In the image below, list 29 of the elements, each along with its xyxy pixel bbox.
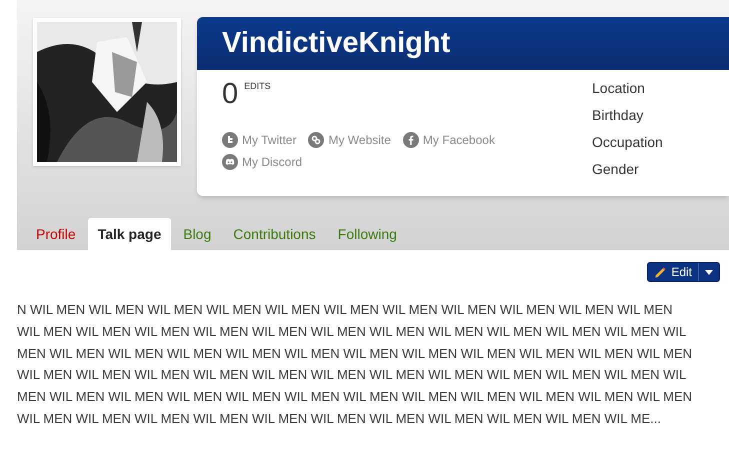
social-link[interactable]: My Website bbox=[308, 132, 391, 148]
detail-label: Birthday bbox=[592, 106, 644, 124]
detail-label: Location bbox=[592, 79, 646, 97]
text-line: WIL MEN WIL MEN WIL MEN WIL MEN WIL MEN WIL MEN WIL MEN WIL MEN WIL MEN WIL MEN WIL MEN WIL bbox=[17, 322, 688, 341]
text-line: MEN WIL MEN WIL MEN WIL MEN WIL MEN WIL MEN WIL MEN WIL MEN WIL MEN WIL MEN WIL MEN WIL MEN bbox=[17, 388, 694, 406]
profile-tab[interactable]: Profile bbox=[26, 218, 86, 250]
profile-tab[interactable]: Following bbox=[328, 218, 407, 250]
social-link[interactable]: My Discord bbox=[222, 154, 302, 170]
detail-label: Occupation bbox=[592, 133, 664, 151]
social-link[interactable]: My Twitter bbox=[222, 132, 296, 148]
twitter-icon bbox=[222, 132, 238, 148]
pencil-icon bbox=[654, 266, 668, 278]
edits-label: EDITS bbox=[244, 80, 271, 93]
profile-tab[interactable]: Contributions bbox=[223, 218, 326, 250]
link-icon bbox=[308, 132, 324, 148]
profile-tab[interactable]: Blog bbox=[173, 218, 222, 250]
text-line: MEN WIL MEN WIL MEN WIL MEN WIL MEN WIL MEN WIL MEN WIL MEN WIL MEN WIL MEN WIL MEN WIL MEN bbox=[17, 344, 694, 363]
facebook-icon bbox=[402, 132, 419, 148]
text-line: WIL MEN WIL MEN WIL MEN WIL MEN WIL MEN WIL MEN WIL MEN WIL MEN WIL MEN WIL MEN WIL ME... bbox=[17, 410, 662, 428]
text-line: WIL MEN WIL MEN WIL MEN WIL MEN WIL MEN WIL MEN WIL MEN WIL MEN WIL MEN WIL MEN WIL MEN WIL bbox=[17, 366, 688, 384]
profile-tab[interactable]: Talk page bbox=[88, 218, 172, 250]
edit-button[interactable]: Edit bbox=[648, 263, 698, 281]
text-line: N WIL MEN WIL MEN WIL MEN WIL MEN WIL MEN WIL MEN WIL MEN WIL MEN WIL MEN WIL MEN WIL MEN bbox=[17, 301, 674, 319]
discord-icon bbox=[222, 154, 238, 170]
username: VindictiveKnight bbox=[222, 26, 450, 61]
social-link[interactable]: My Facebook bbox=[402, 132, 495, 148]
edit-count: 0 bbox=[222, 78, 238, 110]
caret-icon bbox=[705, 270, 713, 274]
detail-label: Gender bbox=[592, 160, 640, 178]
